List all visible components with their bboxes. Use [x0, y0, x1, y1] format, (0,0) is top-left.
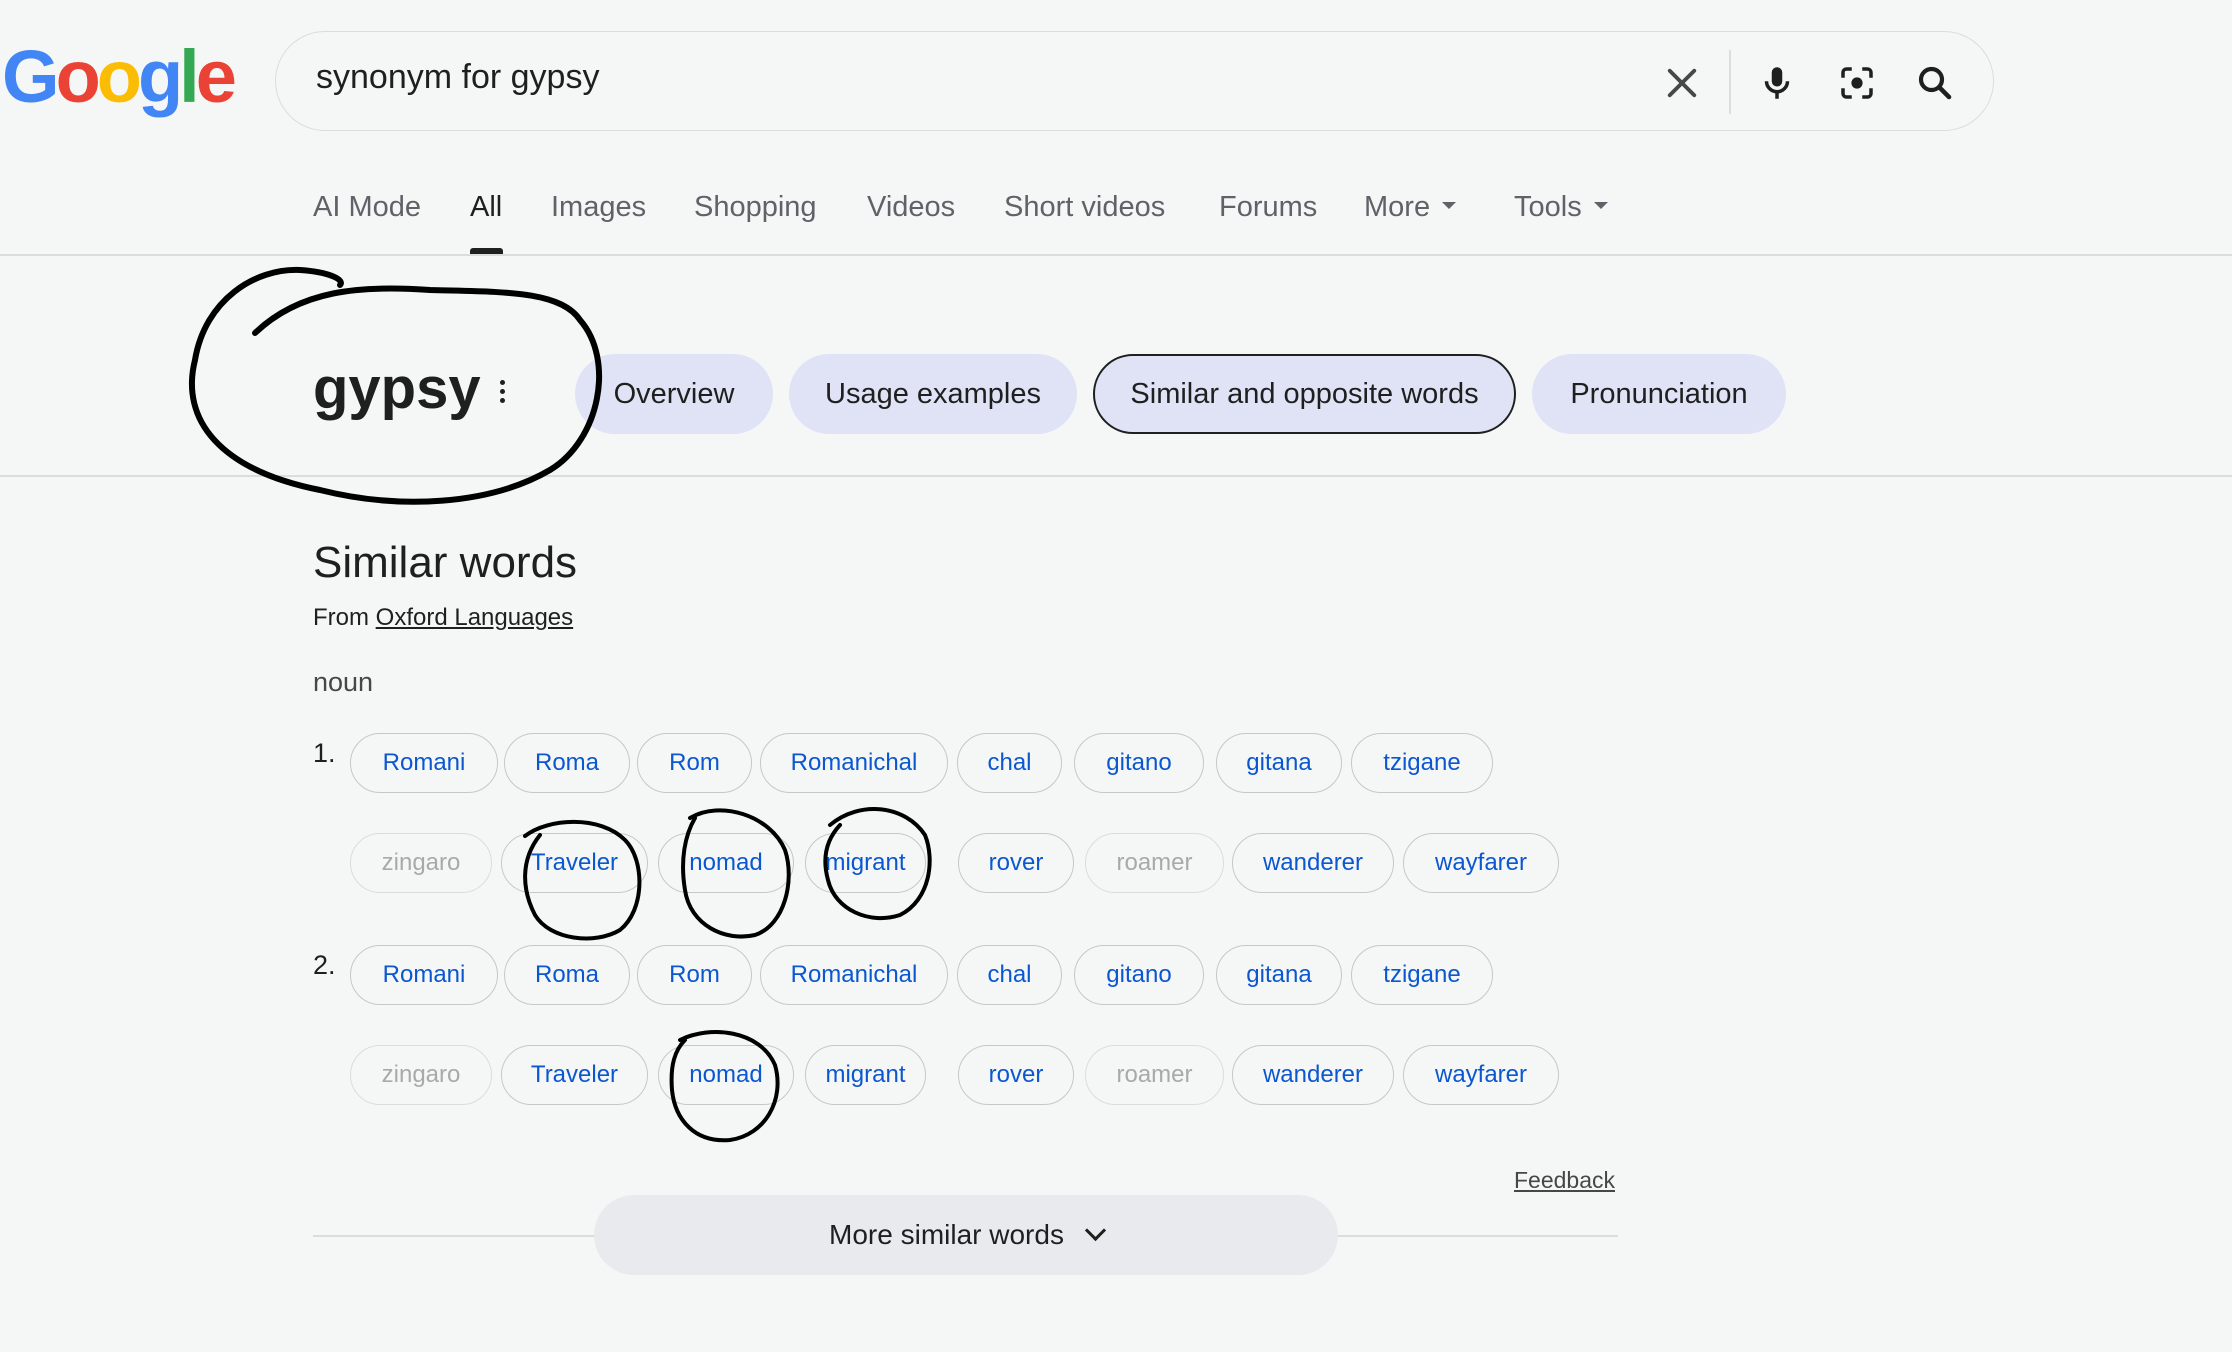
oxford-languages-link[interactable]: Oxford Languages [376, 604, 573, 631]
synonym-chip[interactable]: wayfarer [1403, 1045, 1559, 1105]
synonym-chip[interactable]: gitana [1216, 733, 1342, 793]
synonym-chip[interactable]: migrant [805, 833, 926, 893]
feedback-link[interactable]: Feedback [1514, 1167, 1615, 1194]
synonym-chip[interactable]: chal [957, 733, 1062, 793]
synonym-chip[interactable]: gitano [1074, 733, 1204, 793]
word-title: gypsy [313, 356, 481, 421]
tab-videos[interactable]: Videos [867, 191, 955, 224]
part-of-speech: noun [313, 667, 374, 697]
synonym-chip[interactable]: wanderer [1232, 1045, 1394, 1105]
synonym-chip[interactable]: zingaro [350, 1045, 492, 1105]
synonym-chip[interactable]: Traveler [501, 833, 648, 893]
more-similar-words-label: More similar words [829, 1219, 1064, 1250]
synonym-chip[interactable]: gitano [1074, 945, 1204, 1005]
synonym-chip[interactable]: Traveler [501, 1045, 648, 1105]
tab-images[interactable]: Images [551, 191, 646, 224]
synonym-chip[interactable]: Roma [504, 733, 630, 793]
tab-more[interactable]: More [1364, 191, 1457, 224]
tools-label: Tools [1514, 191, 1582, 223]
synonym-chip[interactable]: Romanichal [760, 733, 948, 793]
synonym-chip[interactable]: nomad [658, 1045, 794, 1105]
tab-forums[interactable]: Forums [1219, 191, 1317, 224]
more-options-icon[interactable] [496, 380, 508, 408]
source-attribution: From Oxford Languages [313, 604, 573, 632]
tab-more-label: More [1364, 191, 1431, 223]
more-similar-words-button[interactable]: More similar words [594, 1195, 1338, 1275]
search-icon[interactable] [1914, 62, 1956, 104]
tab-shopping[interactable]: Shopping [694, 191, 817, 224]
tab-short-videos[interactable]: Short videos [1004, 191, 1165, 224]
synonym-chip[interactable]: roamer [1085, 1045, 1224, 1105]
synonym-chip[interactable]: zingaro [350, 833, 492, 893]
source-prefix: From [313, 604, 369, 631]
microphone-icon[interactable] [1756, 62, 1798, 104]
caret-down-icon [1442, 201, 1457, 209]
pill-overview[interactable]: Overview [575, 354, 773, 434]
search-input[interactable]: synonym for gypsy [316, 58, 599, 97]
pill-pronunciation[interactable]: Pronunciation [1532, 354, 1786, 434]
similar-words-heading: Similar words [313, 538, 578, 587]
tools-button[interactable]: Tools [1514, 191, 1608, 224]
clear-icon[interactable] [1661, 62, 1703, 104]
pill-usage-examples[interactable]: Usage examples [789, 354, 1077, 434]
synonym-chip[interactable]: rover [958, 833, 1074, 893]
synonym-chip[interactable]: tzigane [1351, 945, 1493, 1005]
synonym-chip[interactable]: Romanichal [760, 945, 948, 1005]
synonym-chip[interactable]: Rom [637, 945, 752, 1005]
sense-number: 2. [313, 950, 336, 980]
search-divider [1729, 50, 1731, 114]
caret-down-icon [1593, 201, 1608, 209]
tab-ai-mode[interactable]: AI Mode [313, 191, 421, 224]
header-divider [0, 254, 2232, 256]
synonym-chip[interactable]: chal [957, 945, 1062, 1005]
google-logo[interactable]: Google [2, 40, 237, 114]
tab-all[interactable]: All [470, 191, 502, 224]
synonym-chip[interactable]: Romani [350, 945, 498, 1005]
synonym-chip[interactable]: Roma [504, 945, 630, 1005]
synonym-chip[interactable]: migrant [805, 1045, 926, 1105]
lens-camera-icon[interactable] [1836, 62, 1878, 104]
chevron-down-icon [1084, 1219, 1107, 1241]
synonym-chip[interactable]: Romani [350, 733, 498, 793]
synonym-chip[interactable]: wayfarer [1403, 833, 1559, 893]
synonym-chip[interactable]: nomad [658, 833, 794, 893]
synonym-chip[interactable]: tzigane [1351, 733, 1493, 793]
sense-number: 1. [313, 738, 336, 768]
synonym-chip[interactable]: roamer [1085, 833, 1224, 893]
synonym-chip[interactable]: Rom [637, 733, 752, 793]
pill-similar-and-opposite-words[interactable]: Similar and opposite words [1093, 354, 1516, 434]
section-divider [0, 475, 2232, 477]
synonym-chip[interactable]: gitana [1216, 945, 1342, 1005]
search-box[interactable]: synonym for gypsy [275, 31, 1994, 131]
synonym-chip[interactable]: wanderer [1232, 833, 1394, 893]
synonym-chip[interactable]: rover [958, 1045, 1074, 1105]
